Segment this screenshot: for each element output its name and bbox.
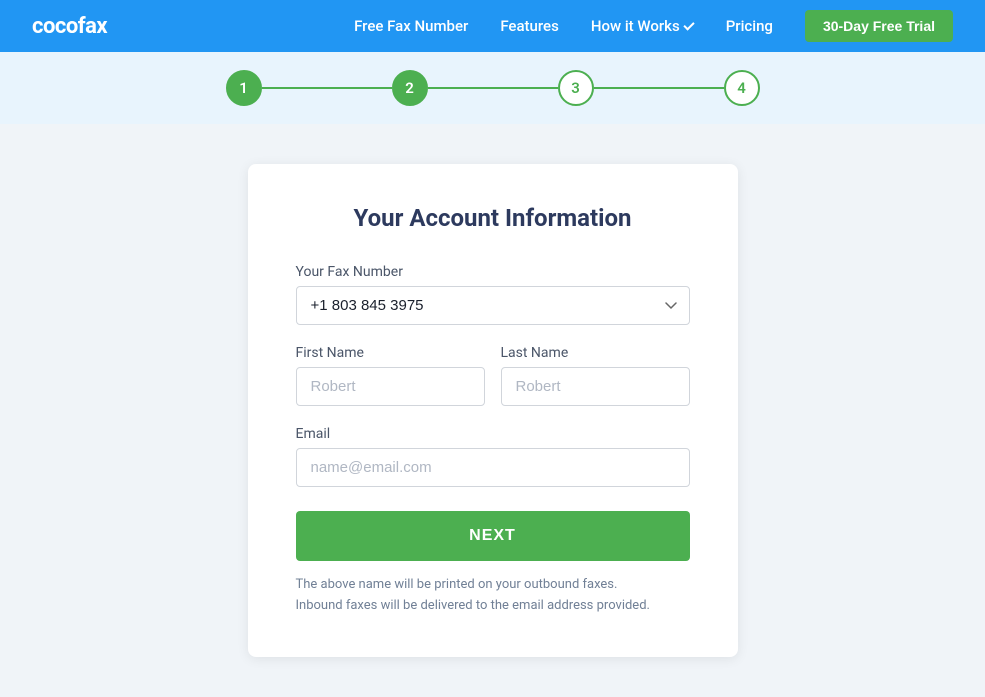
last-name-label: Last Name (501, 345, 690, 361)
stepper-bar: 1 2 3 4 (0, 52, 985, 124)
email-group: Email (296, 426, 690, 487)
next-button[interactable]: NEXT (296, 511, 690, 561)
nav-pricing[interactable]: Pricing (726, 17, 773, 35)
step-line-2-3 (428, 87, 558, 89)
first-name-group: First Name (296, 345, 485, 406)
last-name-group: Last Name (501, 345, 690, 406)
logo: cocofax (32, 14, 107, 39)
step-1: 1 (226, 70, 262, 106)
trial-button[interactable]: 30-Day Free Trial (805, 10, 953, 42)
main-content: Your Account Information Your Fax Number… (0, 124, 985, 697)
navbar: cocofax Free Fax Number Features How it … (0, 0, 985, 52)
chevron-down-icon (683, 19, 694, 30)
step-line-3-4 (594, 87, 724, 89)
nav-how-it-works[interactable]: How it Works (591, 17, 694, 35)
step-2: 2 (392, 70, 428, 106)
last-name-input[interactable] (501, 367, 690, 406)
step-3: 3 (558, 70, 594, 106)
email-label: Email (296, 426, 690, 442)
form-title: Your Account Information (296, 204, 690, 232)
fax-number-group: Your Fax Number +1 803 845 3975 (296, 264, 690, 325)
form-note: The above name will be printed on your o… (296, 575, 690, 617)
account-info-card: Your Account Information Your Fax Number… (248, 164, 738, 657)
email-input[interactable] (296, 448, 690, 487)
stepper: 1 2 3 4 (226, 70, 760, 106)
nav-links: Free Fax Number Features How it Works Pr… (354, 10, 953, 42)
fax-number-label: Your Fax Number (296, 264, 690, 280)
fax-number-select[interactable]: +1 803 845 3975 (296, 286, 690, 325)
nav-features[interactable]: Features (500, 17, 558, 35)
name-row: First Name Last Name (296, 345, 690, 406)
first-name-input[interactable] (296, 367, 485, 406)
first-name-label: First Name (296, 345, 485, 361)
step-4: 4 (724, 70, 760, 106)
step-line-1-2 (262, 87, 392, 89)
nav-free-fax-number[interactable]: Free Fax Number (354, 17, 468, 35)
